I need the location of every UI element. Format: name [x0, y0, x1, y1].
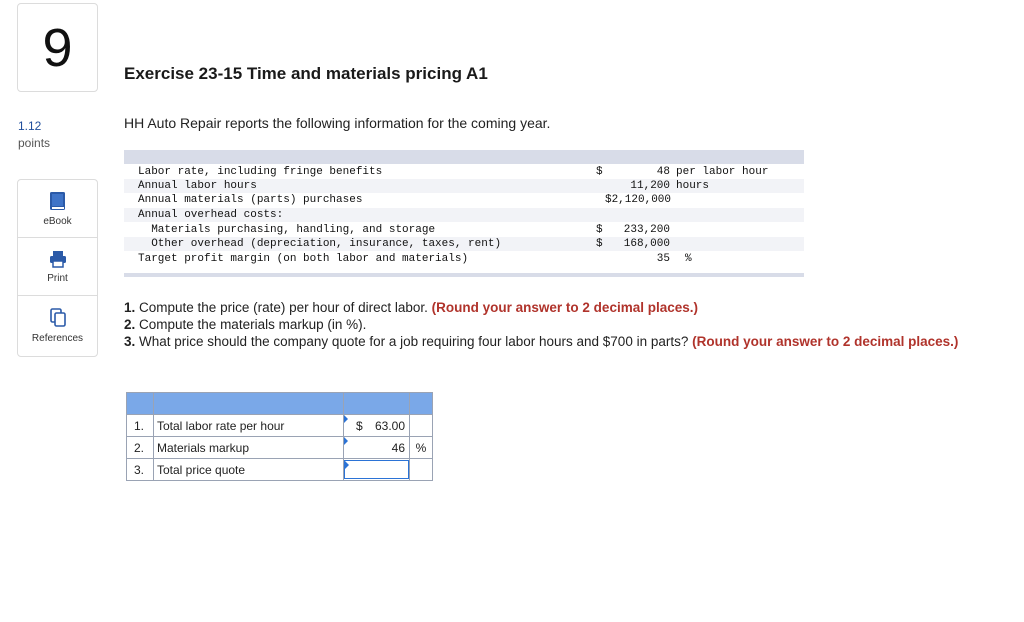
info-row: Materials purchasing, handling, and stor… — [124, 223, 804, 237]
question-text: Compute the price (rate) per hour of dir… — [135, 300, 432, 315]
answer-table: 1. Total labor rate per hour $63.00 2. M… — [126, 392, 433, 481]
info-row: Annual labor hours 11,200 hours — [124, 179, 804, 193]
question-number-label: 3. — [124, 334, 136, 349]
answer-label: Total labor rate per hour — [153, 414, 344, 437]
input-marker — [344, 437, 348, 445]
info-label: Target profit margin (on both labor and … — [138, 253, 469, 265]
answer-suffix — [409, 458, 433, 481]
printer-icon — [49, 250, 66, 268]
question-1: 1. Compute the price (rate) per hour of … — [124, 299, 1004, 316]
question-3: 3. What price should the company quote f… — [124, 333, 1004, 350]
question-2: 2. Compute the materials markup (in %). — [124, 316, 1004, 333]
info-label: Materials purchasing, handling, and stor… — [138, 224, 436, 236]
info-amount: 11,200 — [630, 180, 670, 192]
answer-suffix — [409, 414, 433, 437]
info-row: Target profit margin (on both labor and … — [124, 252, 804, 266]
info-table: Labor rate, including fringe benefits $ … — [124, 150, 804, 277]
references-label: References — [31, 333, 84, 344]
total-price-input[interactable] — [343, 458, 410, 481]
info-currency: $ — [596, 238, 603, 250]
info-label: Annual labor hours — [138, 180, 257, 192]
intro-text: HH Auto Repair reports the following inf… — [124, 115, 551, 131]
info-row: Other overhead (depreciation, insurance,… — [124, 237, 804, 251]
info-label: Labor rate, including fringe benefits — [138, 166, 383, 178]
labor-rate-input[interactable]: $63.00 — [343, 414, 410, 437]
ebook-button[interactable]: eBook — [18, 180, 97, 238]
book-icon — [49, 191, 65, 210]
info-amount: $2,120,000 — [604, 194, 671, 206]
answer-value: 46 — [391, 440, 405, 455]
references-button[interactable]: References — [18, 296, 97, 356]
print-button[interactable]: Print — [18, 238, 97, 296]
answer-row: 3. Total price quote — [126, 458, 433, 481]
info-row: Annual overhead costs: — [124, 208, 804, 222]
answer-label: Materials markup — [153, 436, 344, 459]
input-marker — [344, 415, 348, 423]
answer-value: 63.00 — [374, 418, 405, 433]
percent-sign: % — [409, 436, 433, 459]
info-amount: 48 — [656, 166, 670, 178]
info-label: Annual materials (parts) purchases — [138, 194, 363, 206]
question-text: What price should the company quote for … — [135, 334, 693, 349]
answer-table-header — [126, 392, 433, 415]
points-label: points — [18, 136, 51, 150]
question-number-label: 2. — [124, 317, 136, 332]
rounding-note: (Round your answer to 2 decimal places.) — [692, 334, 959, 349]
answer-number: 3. — [126, 458, 154, 481]
answer-row: 1. Total labor rate per hour $63.00 — [126, 414, 433, 437]
info-currency: $ — [596, 224, 603, 236]
info-table-top-bar — [124, 150, 804, 164]
info-label: Other overhead (depreciation, insurance,… — [138, 238, 502, 250]
info-unit: % — [685, 253, 692, 265]
points-value: 1.12 — [18, 119, 42, 133]
info-amount: 233,200 — [623, 224, 670, 236]
exercise-title: Exercise 23-15 Time and materials pricin… — [124, 64, 488, 83]
materials-markup-input[interactable]: 46 — [343, 436, 410, 459]
question-number-label: 1. — [124, 300, 136, 315]
info-row: Labor rate, including fringe benefits $ … — [124, 165, 804, 179]
ebook-label: eBook — [43, 215, 72, 227]
info-unit: per labor hour — [676, 166, 769, 178]
answer-label: Total price quote — [153, 458, 344, 481]
info-label: Annual overhead costs: — [138, 209, 284, 221]
input-marker — [345, 461, 349, 469]
info-table-bottom-bar — [124, 273, 804, 277]
info-amount: 35 — [656, 253, 670, 265]
info-row: Annual materials (parts) purchases $2,12… — [124, 193, 804, 207]
question-list: 1. Compute the price (rate) per hour of … — [124, 299, 1004, 350]
tools-panel: eBook Print References — [17, 179, 98, 357]
answer-number: 2. — [126, 436, 154, 459]
references-icon — [49, 308, 66, 327]
question-text: Compute the materials markup (in %). — [135, 317, 367, 332]
answer-row: 2. Materials markup 46 % — [126, 436, 433, 459]
dollar-sign: $ — [356, 418, 363, 433]
info-unit: hours — [676, 180, 710, 192]
info-amount: 168,000 — [623, 238, 670, 250]
answer-number: 1. — [126, 414, 154, 437]
points: 1.12 points — [18, 118, 50, 152]
info-currency: $ — [596, 166, 603, 178]
rounding-note: (Round your answer to 2 decimal places.) — [431, 300, 698, 315]
question-number: 9 — [17, 3, 98, 92]
print-label: Print — [47, 272, 68, 284]
